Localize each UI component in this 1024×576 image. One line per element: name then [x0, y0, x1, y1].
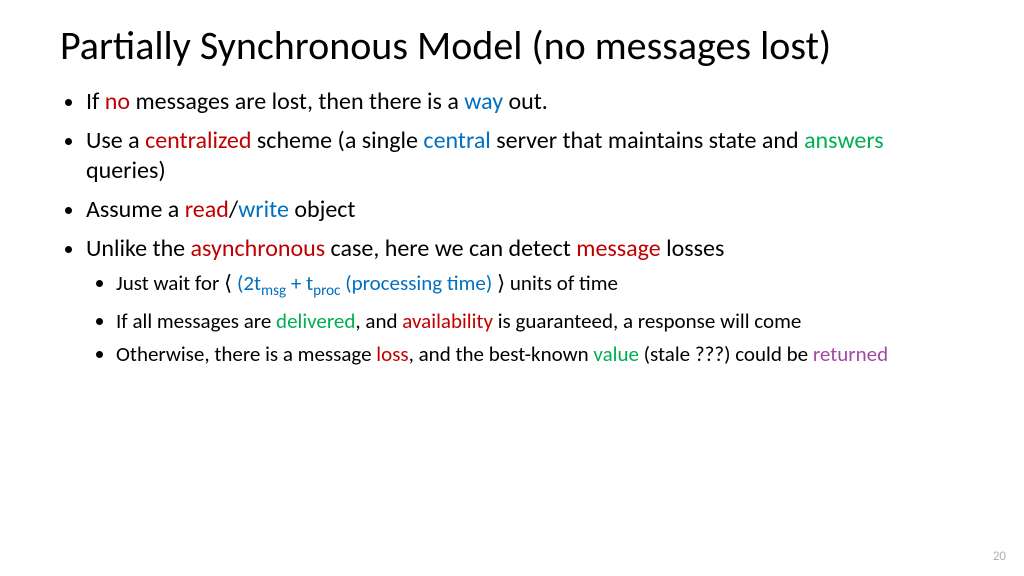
word-read: read — [185, 195, 229, 224]
word-answers: answers — [804, 126, 884, 155]
bullet-list: If no messages are lost, then there is a… — [60, 87, 964, 368]
word-way: way — [464, 87, 503, 116]
text: , and — [355, 308, 402, 334]
sub-bullet-list: Just wait for ⟨ (2tmsg + tproc (processi… — [86, 270, 964, 367]
word-centralized: centralized — [145, 126, 251, 155]
text: messages are lost, then there is a — [130, 87, 464, 116]
sub-proc: proc — [313, 283, 340, 301]
word-value: value — [593, 341, 639, 367]
word-loss: loss — [376, 341, 408, 367]
text: If all messages are — [116, 308, 276, 334]
text: If — [86, 87, 105, 116]
word-central: central — [423, 126, 490, 155]
word-write: write — [238, 195, 289, 224]
text: Unlike the — [86, 234, 191, 263]
sub-bullet-1: Just wait for ⟨ (2tmsg + tproc (processi… — [116, 270, 964, 302]
sub-msg: msg — [261, 283, 286, 301]
text: / — [229, 195, 238, 224]
word-message: message — [576, 234, 660, 263]
text: Assume a — [86, 195, 185, 224]
bullet-2: Use a centralized scheme (a single centr… — [86, 126, 964, 187]
slide-title: Partially Synchronous Model (no messages… — [60, 24, 964, 69]
page-number: 20 — [993, 549, 1006, 564]
word-asynchronous: asynchronous — [191, 234, 326, 263]
sub-bullet-2: If all messages are delivered, and avail… — [116, 308, 964, 335]
bullet-3: Assume a read/write object — [86, 195, 964, 226]
text: (stale ???) could be — [639, 341, 813, 367]
text: out. — [503, 87, 548, 116]
sub-bullet-3: Otherwise, there is a message loss, and … — [116, 341, 964, 368]
text: , and the best-known — [409, 341, 594, 367]
word-no: no — [105, 87, 130, 116]
bullet-1: If no messages are lost, then there is a… — [86, 87, 964, 118]
text: ⟩ units of time — [492, 270, 618, 296]
text: server that maintains state and — [491, 126, 804, 155]
text: is guaranteed, a response will come — [493, 308, 801, 334]
text: Use a — [86, 126, 145, 155]
text: (processing time) — [340, 270, 492, 296]
text: (2t — [237, 270, 261, 296]
text: Otherwise, there is a message — [116, 341, 376, 367]
text: losses — [661, 234, 725, 263]
text: + t — [286, 270, 313, 296]
word-availability: availability — [402, 308, 493, 334]
word-delivered: delivered — [276, 308, 355, 334]
slide: Partially Synchronous Model (no messages… — [0, 0, 1024, 576]
text: case, here we can detect — [325, 234, 576, 263]
text: scheme (a single — [251, 126, 423, 155]
formula: (2tmsg + tproc (processing time) — [237, 270, 492, 296]
word-returned: returned — [813, 341, 888, 367]
bullet-4: Unlike the asynchronous case, here we ca… — [86, 234, 964, 368]
text: object — [289, 195, 356, 224]
text: queries) — [86, 156, 166, 185]
text: Just wait for ⟨ — [116, 270, 237, 296]
